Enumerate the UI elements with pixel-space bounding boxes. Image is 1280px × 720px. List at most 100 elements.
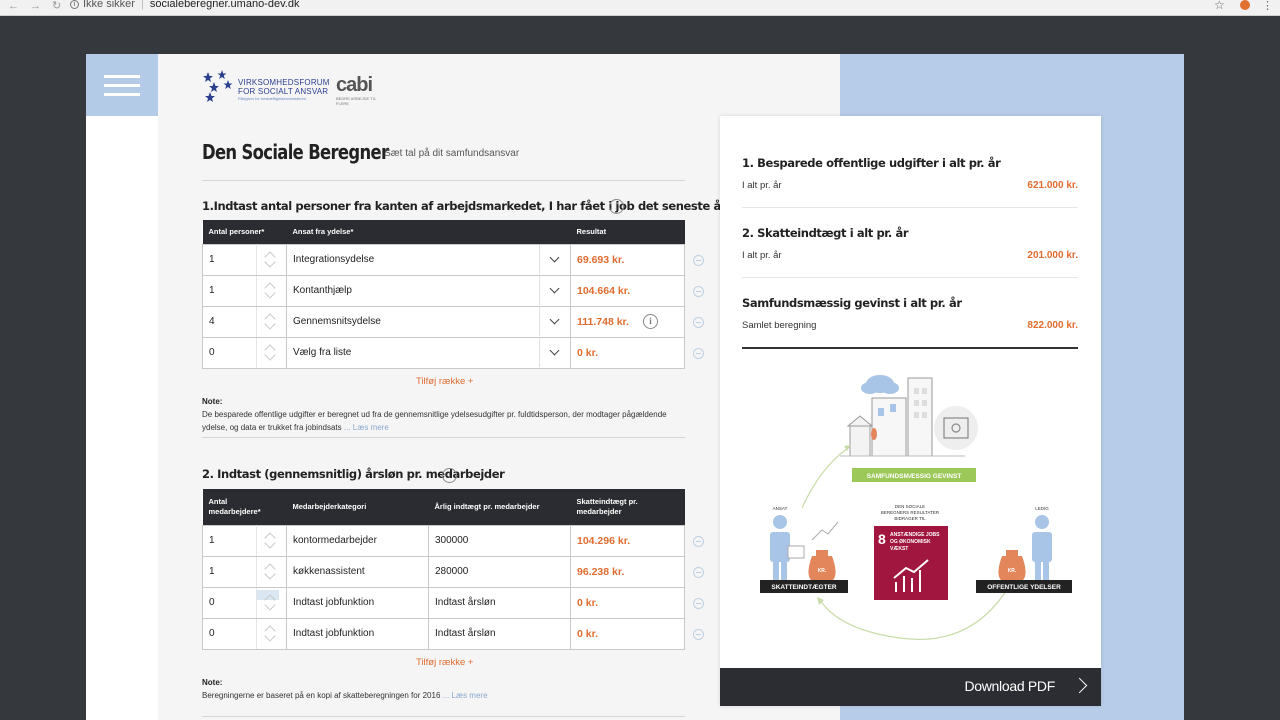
category-input[interactable]: kontormedarbejder xyxy=(286,524,429,557)
count-stepper[interactable] xyxy=(256,524,287,557)
hamburger-bar xyxy=(104,93,140,96)
sdg-number: 8 xyxy=(878,531,886,547)
url-text: socialeberegner.umano-dev.dk xyxy=(149,0,300,10)
address-bar[interactable]: i Ikke sikker | socialeberegner.umano-dev.d… xyxy=(70,0,299,12)
reload-icon[interactable]: ↻ xyxy=(52,0,61,12)
result-value: 69.693 kr. xyxy=(570,243,685,276)
vfsa-logo[interactable]: VIRKSOMHEDSFORUM FOR SOCIALT ANSVAR Rådgi… xyxy=(202,68,332,108)
savings-title: 1. Besparede offentlige udgifter i alt p… xyxy=(742,156,1001,170)
count-stepper[interactable] xyxy=(256,274,287,307)
tax-label: I alt pr. år xyxy=(742,250,782,261)
section1-title: 1.Indtast antal personer fra kanten af a… xyxy=(202,199,727,213)
hamburger-menu-button[interactable] xyxy=(86,54,158,116)
chevron-right-icon xyxy=(1071,677,1088,694)
vfsa-name: VIRKSOMHEDSFORUM FOR SOCIALT ANSVAR xyxy=(238,78,330,96)
remove-row-icon[interactable] xyxy=(693,598,704,609)
result-info-icon[interactable]: i xyxy=(643,313,658,329)
table-row: 1 Kontanthjælp 104.664 kr. xyxy=(202,274,685,307)
divider xyxy=(202,716,685,717)
employee-count-input[interactable]: 1 xyxy=(202,524,257,557)
category-input[interactable]: Indtast jobfunktion xyxy=(286,586,429,619)
read-more-link[interactable]: ... Læs mere xyxy=(344,423,389,432)
count-stepper[interactable] xyxy=(256,336,287,369)
bookmark-star-icon[interactable]: ☆ xyxy=(1214,0,1225,12)
salary-input[interactable]: 300000 xyxy=(428,524,571,557)
remove-row-icon[interactable] xyxy=(693,536,704,547)
benefit-select[interactable]: Vælg fra liste xyxy=(286,336,571,369)
page: VIRKSOMHEDSFORUM FOR SOCIALT ANSVAR Rådgi… xyxy=(86,54,1184,720)
tax-value: 96.238 kr. xyxy=(570,555,685,588)
chevron-down-icon[interactable] xyxy=(539,337,570,367)
remove-row-icon[interactable] xyxy=(693,286,704,297)
forward-icon[interactable]: → xyxy=(30,0,41,12)
salary-input[interactable]: Indtast årsløn xyxy=(428,586,571,619)
col-header-benefit: Ansat fra ydelse* xyxy=(286,220,571,244)
info-icon[interactable]: i xyxy=(70,0,79,9)
table-header: Antal medarbejdere* Medarbejderkategori … xyxy=(202,489,685,525)
category-input[interactable]: køkkenassistent xyxy=(286,555,429,588)
chevron-down-icon[interactable] xyxy=(539,306,570,336)
remove-row-icon[interactable] xyxy=(693,567,704,578)
divider xyxy=(742,207,1078,208)
center-caption: DEN SOCIALE xyxy=(895,504,925,509)
unemployed-person-icon xyxy=(1032,515,1052,580)
extension-icon[interactable] xyxy=(1240,0,1250,10)
section1-info-icon[interactable]: i xyxy=(609,199,624,214)
salary-table: Antal medarbejdere* Medarbejderkategori … xyxy=(202,489,685,650)
money-bag-text: KR. xyxy=(1008,568,1017,574)
count-input[interactable]: 1 xyxy=(202,274,257,307)
tax-total-value: 201.000 kr. xyxy=(1027,250,1078,261)
back-icon[interactable]: ← xyxy=(8,0,19,12)
browser-menu-icon[interactable]: ⋮ xyxy=(1262,0,1273,12)
tax-value: 0 kr. xyxy=(570,617,685,650)
employee-count-input[interactable]: 0 xyxy=(202,617,257,650)
count-stepper[interactable] xyxy=(256,555,287,588)
remove-row-icon[interactable] xyxy=(693,348,704,359)
download-pdf-button[interactable]: Download PDF xyxy=(720,668,1101,706)
results-card: 1. Besparede offentlige udgifter i alt p… xyxy=(720,116,1101,706)
count-input[interactable]: 1 xyxy=(202,243,257,276)
salary-input[interactable]: 280000 xyxy=(428,555,571,588)
read-more-link[interactable]: ... Læs mere xyxy=(443,691,488,700)
cycle-arrow xyxy=(801,447,849,509)
count-input[interactable]: 4 xyxy=(202,305,257,338)
note-label: Note: xyxy=(202,397,223,406)
count-stepper[interactable] xyxy=(256,586,287,619)
table-row: 0 Indtast jobfunktion Indtast årsløn 0 k… xyxy=(202,617,685,650)
employee-count-input[interactable]: 1 xyxy=(202,555,257,588)
employee-count-input[interactable]: 0 xyxy=(202,586,257,619)
hamburger-bar xyxy=(104,84,140,87)
sdg-illustration: SAMFUNDSMÆSSIG GEVINST DEN SOCIALE BEREG… xyxy=(760,375,1072,640)
benefit-select-value: Vælg fra liste xyxy=(293,347,352,358)
trend-arrow-icon xyxy=(811,521,839,541)
count-stepper[interactable] xyxy=(256,305,287,338)
benefit-select[interactable]: Gennemsnitsydelse xyxy=(286,305,571,338)
security-label: Ikke sikker xyxy=(83,0,135,10)
count-input[interactable]: 0 xyxy=(202,336,257,369)
count-stepper[interactable] xyxy=(256,243,287,276)
unemployed-label: LEDIG xyxy=(1035,506,1049,511)
chevron-down-icon[interactable] xyxy=(539,244,570,274)
result-value: 104.664 kr. xyxy=(570,274,685,307)
add-row-button[interactable]: Tilføj række + xyxy=(416,376,473,387)
col-header-salary: Årlig indtægt pr. medarbejder xyxy=(428,489,571,525)
gain-label: Samlet beregning xyxy=(742,320,817,331)
employed-person-icon xyxy=(770,515,805,580)
salary-input[interactable]: Indtast årsløn xyxy=(428,617,571,650)
remove-row-icon[interactable] xyxy=(693,255,704,266)
chevron-down-icon[interactable] xyxy=(539,275,570,305)
cabi-logo[interactable]: cabi BEDRE ARBEJDE TIL FLERE xyxy=(336,68,396,108)
add-row-button[interactable]: Tilføj række + xyxy=(416,657,473,668)
category-input[interactable]: Indtast jobfunktion xyxy=(286,617,429,650)
table-row: 1 kontormedarbejder 300000 104.296 kr. xyxy=(202,524,685,557)
benefit-select[interactable]: Kontanthjælp xyxy=(286,274,571,307)
remove-row-icon[interactable] xyxy=(693,629,704,640)
benefit-select[interactable]: Integrationsydelse xyxy=(286,243,571,276)
count-stepper[interactable] xyxy=(256,617,287,650)
remove-row-icon[interactable] xyxy=(693,317,704,328)
cabi-name: cabi xyxy=(336,74,373,96)
gain-title: Samfundsmæssig gevinst i alt pr. år xyxy=(742,296,962,310)
center-caption: BEREGNERS RESULTATER xyxy=(881,510,940,515)
section2-info-icon[interactable]: i xyxy=(442,468,457,483)
employed-label: ANSAT xyxy=(773,506,788,511)
